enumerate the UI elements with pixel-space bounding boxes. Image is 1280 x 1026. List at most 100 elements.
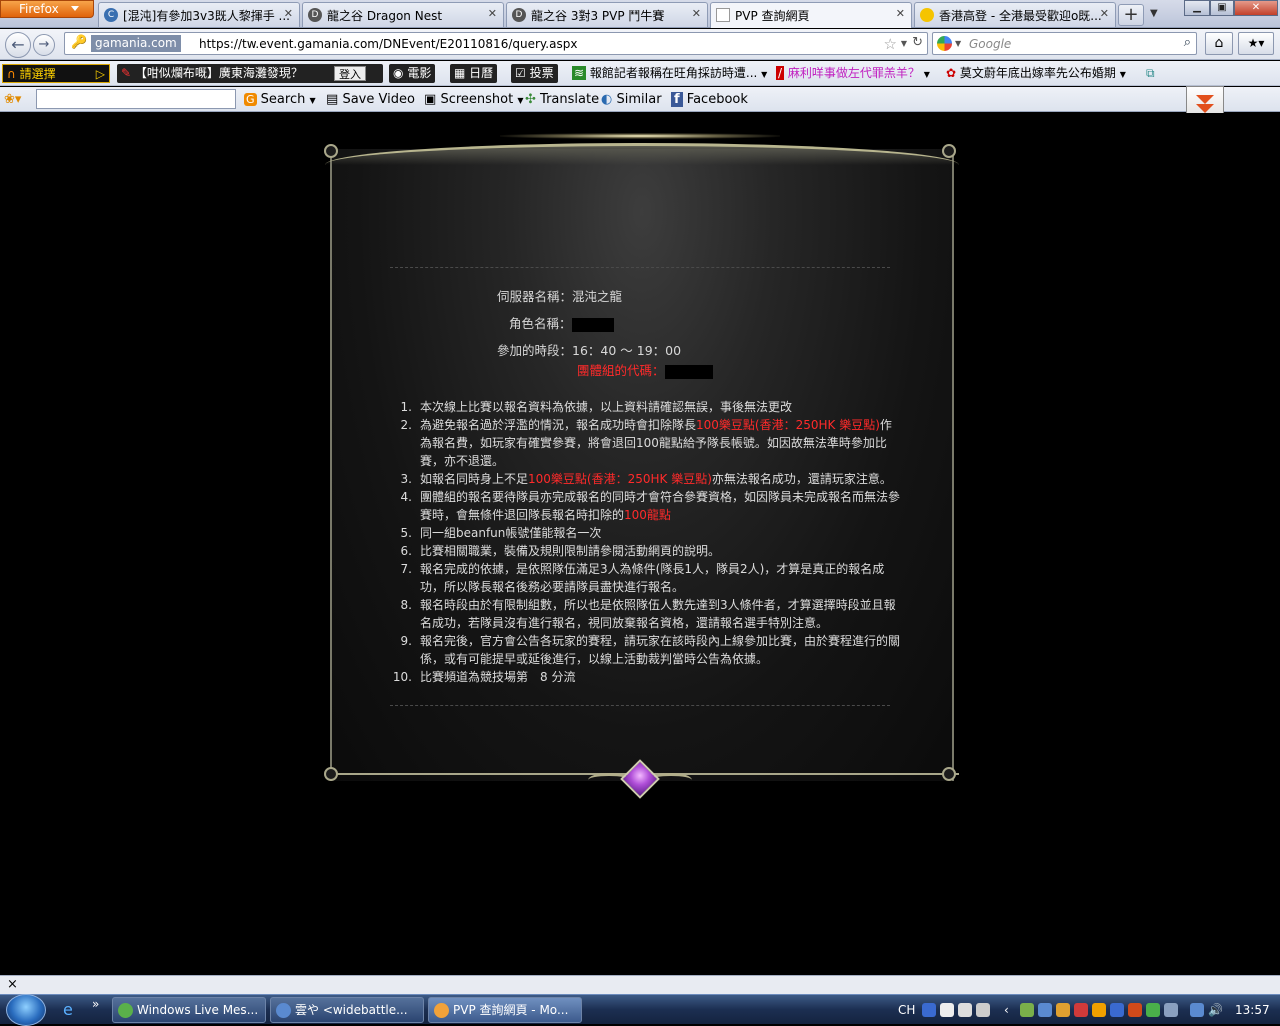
site-identity-badge[interactable]: gamania.com xyxy=(91,35,181,52)
toolbar-search-input[interactable] xyxy=(36,89,236,109)
rule-item: 9. 報名完後，官方會公告各玩家的賽程，請玩家在該時段內上線參加比賽，由於賽程進行… xyxy=(392,632,902,668)
rule-item: 5. 同一組beanfun帳號僅能報名一次 xyxy=(392,524,902,542)
tray-app-icon[interactable] xyxy=(1038,1003,1052,1017)
clock[interactable]: 13:57 xyxy=(1235,997,1270,1023)
close-icon[interactable]: ✕ xyxy=(692,7,701,20)
bookmark-movie[interactable]: ◉ 電影 xyxy=(389,64,436,83)
search-bar[interactable]: ▼ Google ⌕ xyxy=(932,32,1197,55)
rule-text: 如報名同時身上不足 xyxy=(420,472,529,486)
rule-number: 5. xyxy=(400,526,412,540)
volume-icon[interactable]: 🔊 xyxy=(1208,997,1223,1023)
close-icon[interactable]: × xyxy=(7,977,18,992)
bookmark-rss-1[interactable]: ≋ 報館記者報稱在旺角採訪時遭... ▼ xyxy=(572,64,767,83)
url-bar[interactable]: 🔑 gamania.com https://tw.event.gamania.c… xyxy=(64,32,928,55)
chevron-down-icon: ▼ xyxy=(1119,70,1126,79)
url-text[interactable]: https://tw.event.gamania.com/DNEvent/E20… xyxy=(199,37,577,51)
hkgolden-favicon-icon xyxy=(920,8,934,22)
taskbar-item-chat[interactable]: 雲や <widebattle... xyxy=(270,997,424,1023)
window-close-icon[interactable]: ✕ xyxy=(1234,0,1278,16)
close-icon[interactable]: ✕ xyxy=(896,7,905,20)
ime-icon[interactable] xyxy=(922,1003,936,1017)
tab-3[interactable]: PVP 查詢網頁 ✕ xyxy=(710,2,912,28)
frame-corner-ornament xyxy=(942,144,956,158)
save-video-button[interactable]: ▤ Save Video xyxy=(326,90,415,109)
taskbar-overflow[interactable]: » xyxy=(92,997,99,1011)
bookmark-rss-2[interactable]: / 麻利咩事做左代罪羔羊？ ▼ xyxy=(776,64,930,83)
time-row: 參加的時段：16：40 ～ 19：00 xyxy=(497,340,681,359)
taskbar-item-messenger[interactable]: Windows Live Mes... xyxy=(112,997,266,1023)
list-all-tabs-icon[interactable]: ▼ xyxy=(1150,8,1158,19)
tab-0[interactable]: C [混沌]有參加3v3既人黎揮手 ... ✕ xyxy=(98,2,300,27)
ime-width-icon[interactable] xyxy=(958,1003,972,1017)
rule-item: 8. 報名時段由於有限制組數，所以也是依照隊伍人數先達到3人條件者，才算選擇時段並… xyxy=(392,596,902,632)
ime-mode-icon[interactable] xyxy=(940,1003,954,1017)
network-icon[interactable] xyxy=(1190,1003,1204,1017)
team-code-value xyxy=(664,364,713,379)
chat-icon xyxy=(276,1003,291,1018)
bookmarks-menu-button[interactable]: ★▾ xyxy=(1238,32,1274,55)
tray-app-icon[interactable] xyxy=(1110,1003,1124,1017)
internet-explorer-icon[interactable]: e xyxy=(63,1000,73,1019)
close-icon[interactable]: ✕ xyxy=(284,7,293,20)
similar-button[interactable]: ◐ Similar xyxy=(601,90,662,109)
film-icon: ◉ xyxy=(393,66,404,80)
firefox-menu-button[interactable]: Firefox xyxy=(0,0,94,18)
tray-app-icon[interactable] xyxy=(1020,1003,1034,1017)
bookmark-extra-icon[interactable]: ⧉ xyxy=(1146,64,1155,83)
new-tab-button[interactable]: + xyxy=(1118,4,1144,26)
tray-expand-icon[interactable]: ‹ xyxy=(1004,997,1009,1023)
bookmark-calendar[interactable]: ▦ 日曆 xyxy=(450,64,498,83)
bookmark-label: 日曆 xyxy=(469,66,494,80)
reload-icon[interactable]: ↻ xyxy=(912,35,923,50)
chevron-down-icon[interactable]: ▼ xyxy=(955,39,961,48)
ime-options-icon[interactable] xyxy=(976,1003,990,1017)
key-icon: 🔑 xyxy=(71,35,88,50)
tab-4[interactable]: 香港高登 - 全港最受歡迎o既... ✕ xyxy=(914,2,1116,27)
task-title: 雲や <widebattle... xyxy=(295,1003,408,1017)
shield-icon[interactable] xyxy=(1074,1003,1088,1017)
search-input[interactable]: Google xyxy=(969,37,1011,51)
taskbar-item-firefox[interactable]: PVP 查詢網頁 - Mo... xyxy=(428,997,582,1023)
toolbar-logo-icon[interactable]: ❀▾ xyxy=(4,90,21,109)
language-indicator[interactable]: CH xyxy=(898,997,915,1023)
start-button[interactable] xyxy=(6,994,46,1026)
tray-app-icon[interactable] xyxy=(1092,1003,1106,1017)
login-button[interactable]: 登入 xyxy=(334,66,366,81)
messenger-icon[interactable] xyxy=(1146,1003,1160,1017)
bookmark-label: 請選擇 xyxy=(19,67,56,81)
minimize-icon[interactable]: ▁ xyxy=(1184,0,1210,16)
screenshot-button[interactable]: ▣ Screenshot ▼ xyxy=(424,90,524,109)
tab-1[interactable]: D 龍之谷 Dragon Nest ✕ xyxy=(302,2,504,27)
chevron-down-icon[interactable]: ▼ xyxy=(901,39,907,48)
bookmark-select-dropdown[interactable]: ∩ 請選擇 ▷ xyxy=(2,64,110,83)
headphones-icon: ∩ xyxy=(7,67,16,81)
toolbar-search-button[interactable]: G Search ▼ xyxy=(244,90,316,109)
star-icon[interactable]: ☆ xyxy=(884,35,897,53)
back-button[interactable]: ← xyxy=(5,32,31,58)
rule-number: 7. xyxy=(400,562,412,576)
tab-title: PVP 查詢網頁 xyxy=(735,9,810,23)
tray-app-icon[interactable] xyxy=(1056,1003,1070,1017)
close-icon[interactable]: ✕ xyxy=(488,7,497,20)
rule-text: 報名完後，官方會公告各玩家的賽程，請玩家在該時段內上線參加比賽，由於賽程進行的關… xyxy=(420,634,901,666)
tab-2[interactable]: D 龍之谷 3對3 PVP 鬥牛賽 ✕ xyxy=(506,2,708,27)
search-icon[interactable]: ⌕ xyxy=(1184,35,1191,50)
maximize-icon[interactable]: ▣ xyxy=(1210,0,1234,16)
bookmark-rss-3[interactable]: ✿ 莫文蔚年底出嫁率先公布婚期 ▼ xyxy=(946,64,1126,83)
tray-app-icon[interactable] xyxy=(1164,1003,1178,1017)
forward-arrow-icon: → xyxy=(38,37,50,52)
rule-item: 3. 如報名同時身上不足100樂豆點(香港：250HK 樂豆點)亦無法報名成功，還… xyxy=(392,470,902,488)
download-icon[interactable] xyxy=(1128,1003,1142,1017)
translate-button[interactable]: ✣ Translate xyxy=(525,90,599,109)
close-icon[interactable]: ✕ xyxy=(1100,7,1109,20)
google-icon[interactable] xyxy=(937,36,952,51)
divider xyxy=(390,267,890,268)
forward-button[interactable]: → xyxy=(33,34,55,56)
home-button[interactable]: ⌂ xyxy=(1205,32,1233,55)
calendar-icon: ▦ xyxy=(454,66,466,80)
rule-text: 為避免報名過於浮濫的情況，報名成功時會扣除隊長 xyxy=(420,418,697,432)
bookmark-vote[interactable]: ☑ 投票 xyxy=(511,64,558,83)
bookmarks-bar: ∩ 請選擇 ▷ ✎ 【咁似爛布嘅】廣東海灘發現？ 登入 ◉ 電影 ▦ 日曆 ☑ … xyxy=(0,61,1280,86)
bookmark-label: 投票 xyxy=(529,66,554,80)
facebook-button[interactable]: f Facebook xyxy=(671,90,748,109)
